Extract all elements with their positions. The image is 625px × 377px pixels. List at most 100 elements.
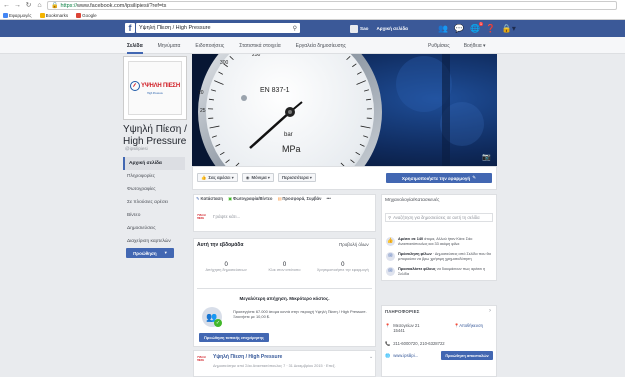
composer-tab-status[interactable]: ✎ Κατάσταση	[196, 196, 223, 201]
invite-title: Πρόσκληση φίλων	[398, 252, 432, 257]
promote-local-business-button[interactable]: Προώθηση τοπικής επιχείρησης	[199, 333, 269, 342]
back-icon[interactable]: ←	[2, 2, 11, 10]
profile-picture[interactable]: ΥΨΗΛΗ ΠΙΕΣΗ High Pressure	[123, 56, 187, 120]
stat-label: Χρησιμοποιήστε την εφαρμογή	[316, 268, 369, 272]
invite-friends-text: Προσκαλέστε φίλους να δοκιμάσουν πως αρέ…	[398, 267, 492, 276]
reload-icon[interactable]: ↻	[24, 2, 33, 10]
weekly-stats: 0 Απήχηση δημοσιεύσεων 0 Κλικ στον ιστότοπ…	[197, 262, 372, 273]
home-icon[interactable]: ⌂	[35, 2, 44, 10]
profile-link[interactable]: Sao	[350, 24, 368, 33]
side-item-photos[interactable]: Φωτογραφίες	[123, 183, 185, 196]
tab-insights[interactable]: Στατιστικά στοιχεία	[239, 43, 280, 49]
photo-icon: ▣	[227, 196, 232, 201]
address-text: Μεσογείων 21 15441	[393, 323, 420, 333]
use-app-button[interactable]: Χρησιμοποιήστε την εφαρμογή ✎	[386, 173, 492, 183]
map-link[interactable]: 📍Αποθήκευση	[454, 323, 483, 329]
facebook-logo-icon[interactable]: f	[125, 23, 135, 33]
thumbs-up-icon: 👍	[201, 174, 207, 180]
composer-input[interactable]: ΥΨΗΛΗ ΠΙΕΣΗ Γράψτε κάτι...	[197, 213, 240, 220]
pressure-gauge-image: EN 837-1 bar MPa 300 250 20 25	[192, 54, 497, 166]
like-button[interactable]: 👍 Σας αρέσει ▾	[197, 173, 238, 182]
friend-requests-icon[interactable]: 👥	[438, 24, 448, 33]
follow-button[interactable]: ◉ Μόνιμα ▾	[241, 173, 274, 182]
stat-website-clicks[interactable]: 0 Κλικ στον ιστότοπο	[255, 262, 313, 273]
page-category[interactable]: Μηχανολογία/Κατασκευές	[385, 198, 439, 203]
page-handle[interactable]: @ipsilipiesi	[125, 146, 148, 151]
address-bar[interactable]: 🔒 https:// www.facebook.com/ipsilipiesi/…	[47, 1, 617, 10]
invite-item[interactable]: ✉ Πρόσκληση φίλων · Δημοσιεύσεις από Σελί…	[382, 249, 496, 264]
more-button[interactable]: Περισσότερα ▾	[277, 173, 316, 182]
side-item-posts[interactable]: Δημοσιεύσεις	[123, 222, 185, 235]
website[interactable]: 🌐 www.ipsilipi...	[385, 353, 418, 359]
facebook-search-input[interactable]: Υψηλή Πίεση / High Pressure ⚲	[136, 23, 300, 33]
side-item-home[interactable]: Αρχική σελίδα	[123, 157, 185, 170]
pencil-icon: ✎	[196, 196, 200, 201]
tab-page[interactable]: Σελίδα	[127, 43, 143, 54]
like-label: Σας αρέσει ▾	[208, 174, 234, 180]
use-app-label: Χρησιμοποιήστε την εφαρμογή	[401, 175, 471, 181]
post-author-name[interactable]: Υψηλή Πίεση / High Pressure	[213, 354, 282, 360]
promote-button[interactable]: Προώθηση ▾	[126, 248, 174, 258]
page-logo: ΥΨΗΛΗ ΠΙΕΣΗ High Pressure	[128, 61, 182, 115]
side-item-manage-tabs[interactable]: Διαχείριση καρτελών	[123, 235, 185, 248]
page-title[interactable]: Υψηλή Πίεση / High Pressure	[123, 124, 193, 147]
side-item-videos[interactable]: Βίντεο	[123, 209, 185, 222]
quick-help-icon[interactable]: ❓	[486, 24, 496, 33]
see-all-link[interactable]: Προβολή όλων	[339, 242, 369, 247]
globe-icon: 🌐	[385, 353, 391, 358]
invite-friends-item[interactable]: ✉ Προσκαλέστε φίλους να δοκιμάσουν πως αρ…	[382, 264, 496, 279]
logo-subtitle: High Pressure	[147, 92, 163, 95]
likes-item[interactable]: 👍 Αρέσει σε 140 άτομα, Αλλού ήταν Κάνε Σά…	[382, 234, 496, 249]
notifications-icon[interactable]: 🌐 1	[470, 22, 483, 33]
likes-count: Αρέσει σε 140	[398, 237, 424, 241]
phone: 📞 211-6000720, 210-6328722	[385, 341, 445, 347]
svg-text:MPa: MPa	[282, 144, 301, 154]
browser-nav-buttons: ← → ↻ ⌂	[2, 2, 46, 10]
page-nav-right: Ρυθμίσεις Βοήθεια ▾	[428, 37, 486, 54]
phone-text: 211-6000720, 210-6328722	[393, 341, 445, 346]
star-icon	[39, 12, 45, 18]
tab-publishing-tools[interactable]: Εργαλεία δημοσίευσης	[296, 43, 346, 49]
post-author-logo[interactable]: ΥΨΗΛΗ ΠΙΕΣΗ	[197, 355, 209, 362]
stat-post-reach[interactable]: 0 Απήχηση δημοσιεύσεων	[197, 262, 255, 273]
facebook-top-bar	[0, 20, 625, 37]
page-post-search[interactable]: ⚲ Αναζήτηση για δημοσιεύσεις σε αυτή τη …	[385, 213, 493, 222]
bookmark-bookmarks[interactable]: Bookmarks	[39, 12, 69, 18]
side-item-likes[interactable]: Σε πλούσιες αρέσει	[123, 196, 185, 209]
phone-icon: 📞	[385, 341, 391, 346]
composer-tab-label: Προσφορά, Συμβάν	[282, 196, 322, 201]
divider	[197, 288, 372, 289]
composer-tab-more[interactable]: •••	[326, 196, 330, 201]
invite-text: Πρόσκληση φίλων · Δημοσιεύσεις από Σελίδ…	[398, 252, 492, 261]
composer-tab-label: Φωτογραφία/Βίντεο	[232, 196, 273, 201]
more-label: Περισσότερα ▾	[281, 174, 312, 180]
home-link[interactable]: Αρχική σελίδα	[376, 26, 408, 31]
pencil-icon: ✎	[472, 175, 477, 180]
tab-help[interactable]: Βοήθεια ▾	[464, 43, 486, 49]
header-user-links: Sao Αρχική σελίδα	[350, 23, 408, 34]
bookmark-apps[interactable]: Εφαρμογές	[3, 12, 32, 18]
stat-app-use[interactable]: 0 Χρησιμοποιήστε την εφαρμογή	[314, 262, 372, 273]
check-icon: ✓	[214, 319, 222, 327]
tab-messages[interactable]: Μηνύματα	[158, 43, 181, 49]
tab-notifications[interactable]: Ειδοποιήσεις	[195, 43, 224, 49]
bookmark-label: Bookmarks	[45, 12, 69, 18]
like-icon: 👍	[386, 237, 395, 246]
tab-settings[interactable]: Ρυθμίσεις	[428, 43, 450, 49]
send-message-button[interactable]: Προώθηση αποστολών	[441, 351, 493, 360]
cover-photo[interactable]: EN 837-1 bar MPa 300 250 20 25	[192, 54, 497, 166]
messages-icon[interactable]: 💬	[454, 24, 464, 33]
info-title: ΠΛΗΡΟΦΟΡΙΕΣ	[385, 309, 420, 314]
side-item-info[interactable]: Πληροφορίες	[123, 170, 185, 183]
chevron-down-icon[interactable]: ⌄	[369, 354, 373, 360]
composer-tab-offer[interactable]: ▤ Προσφορά, Συμβάν	[277, 196, 321, 201]
lock-icon: 🔒	[51, 3, 59, 9]
google-icon	[76, 12, 82, 18]
forward-icon[interactable]: →	[13, 2, 22, 10]
account-menu-icon[interactable]: 🔒▾	[502, 24, 516, 33]
search-icon[interactable]: ⚲	[293, 25, 297, 32]
bookmark-google[interactable]: Google	[76, 12, 97, 18]
composer-tab-photo[interactable]: ▣ Φωτογραφία/Βίντεο	[228, 196, 272, 201]
camera-icon[interactable]: 📷	[482, 153, 491, 161]
chevron-right-icon[interactable]: ›	[489, 308, 491, 314]
